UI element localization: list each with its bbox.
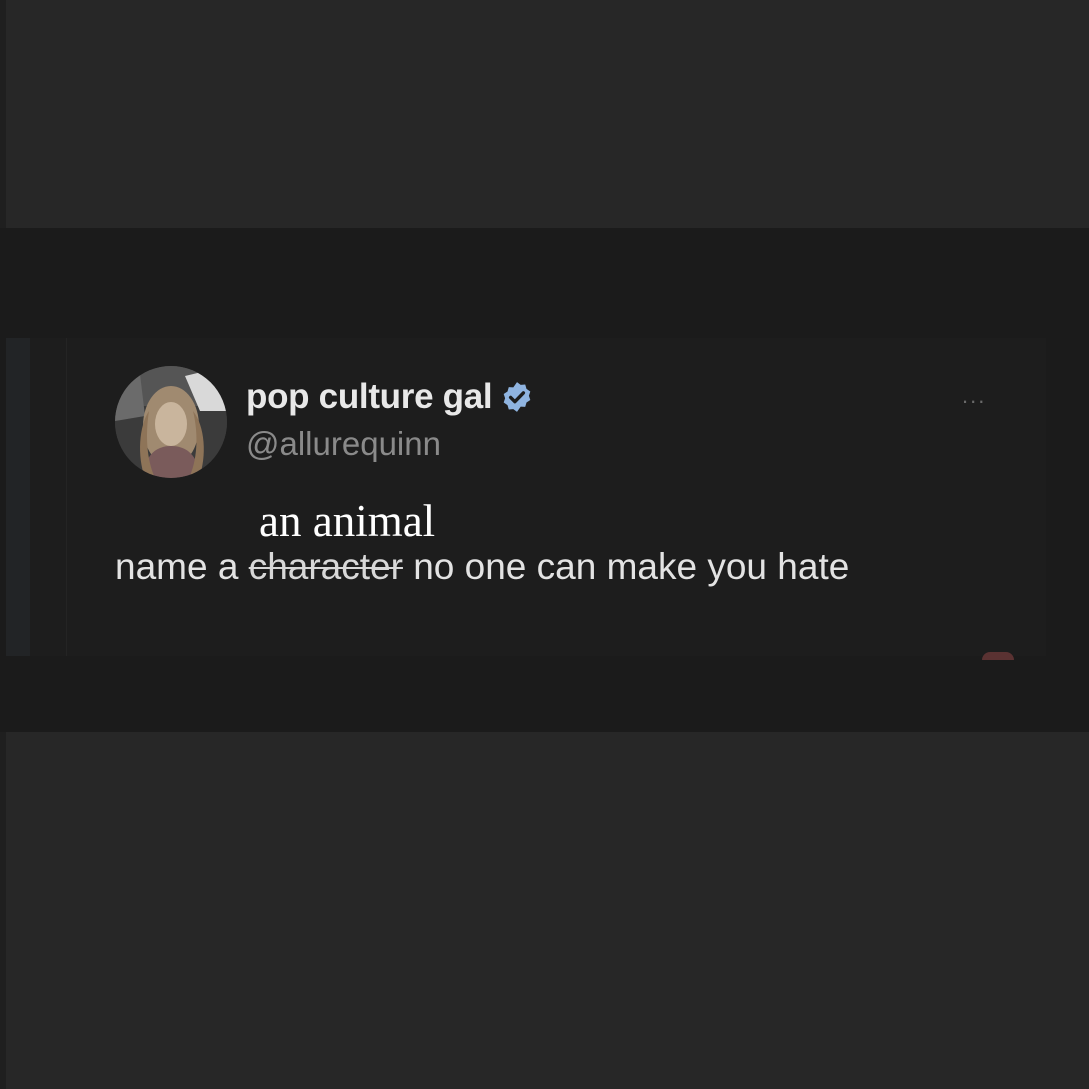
card-left-strip <box>6 338 30 656</box>
display-name-row[interactable]: pop culture gal <box>246 375 534 419</box>
avatar-photo <box>115 366 227 478</box>
avatar[interactable] <box>115 366 227 478</box>
post-text-prefix: name a <box>115 546 249 587</box>
display-name[interactable]: pop culture gal <box>246 375 493 419</box>
post-text-suffix: no one can make you hate <box>402 546 850 587</box>
post-text-struck-word: character <box>248 546 403 587</box>
post-text: name a character no one can make you hat… <box>115 543 849 591</box>
card-divider <box>66 338 67 656</box>
handle[interactable]: @allurequinn <box>246 423 441 465</box>
overlay-replacement-text: an animal <box>259 496 436 546</box>
reaction-indicator <box>982 652 1014 660</box>
screenshot-canvas: pop culture gal @allurequinn ... name a … <box>0 0 1089 1089</box>
verified-badge-icon <box>504 382 531 412</box>
more-options-icon[interactable]: ... <box>962 385 998 407</box>
